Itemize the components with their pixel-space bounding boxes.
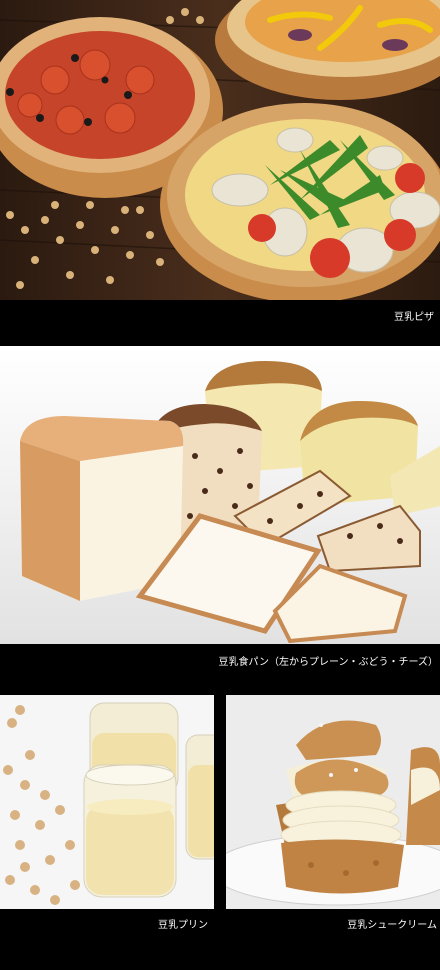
bread-photo <box>0 346 440 644</box>
cream-puff-photo <box>226 695 440 909</box>
cream-puff-caption: 豆乳シュークリーム <box>347 920 437 931</box>
cream-puff-right <box>406 747 440 845</box>
pudding-caption: 豆乳プリン <box>158 920 208 931</box>
bread-caption: 豆乳食パン（左からプレーン・ぶどう・チーズ） <box>218 657 439 668</box>
cream-puff-front <box>280 759 404 894</box>
pudding-photo <box>0 695 214 909</box>
pizza-photo <box>0 0 440 300</box>
pudding-jar-front <box>83 764 177 898</box>
pudding-jar-right <box>185 734 214 860</box>
pizza-caption: 豆乳ピザ <box>394 312 434 323</box>
